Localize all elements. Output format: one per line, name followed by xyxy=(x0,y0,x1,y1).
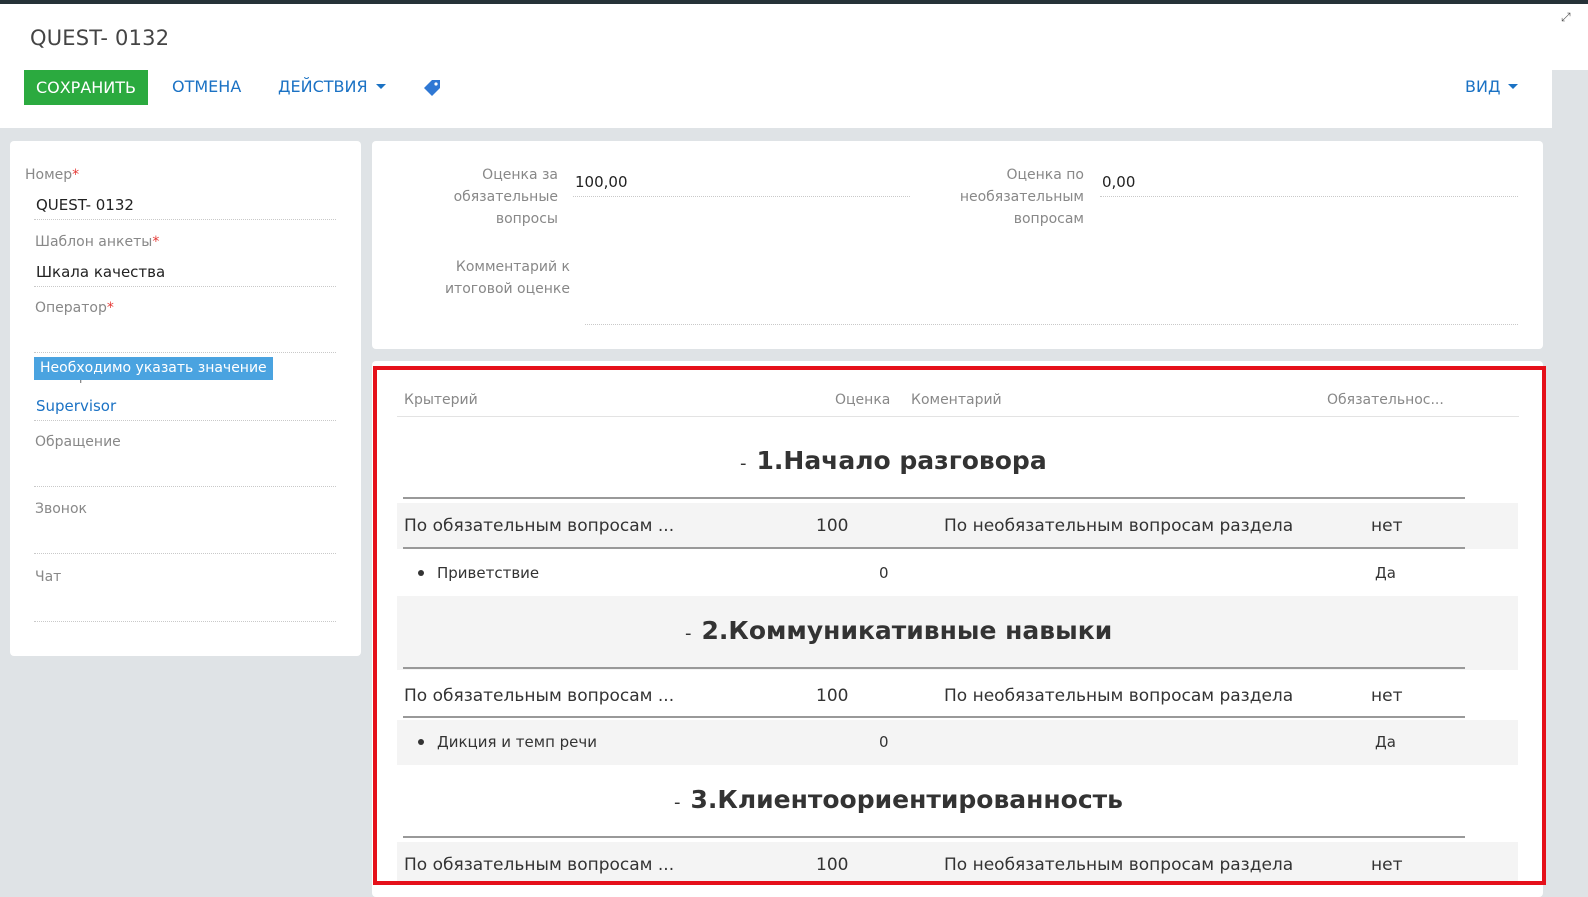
number-label: Номер* xyxy=(25,167,80,183)
column-header-score[interactable]: Оценка xyxy=(835,392,890,408)
header-divider xyxy=(397,416,1519,417)
template-label: Шаблон анкеты* xyxy=(35,234,160,250)
group-summary-row[interactable]: По обязательным вопросам ... 100 По необ… xyxy=(397,673,1518,719)
optional-score-underline xyxy=(1100,196,1518,197)
item-required: Да xyxy=(1375,733,1396,751)
column-header-comment[interactable]: Коментарий xyxy=(911,392,1002,408)
mandatory-score-label: Оценка за обязательные вопросы xyxy=(453,167,558,227)
group-divider xyxy=(403,547,1465,549)
summary-comment: По необязательным вопросам раздела xyxy=(944,516,1294,536)
group-summary-row[interactable]: По обязательным вопросам ... 100 По необ… xyxy=(397,842,1518,885)
chevron-down-icon xyxy=(375,84,386,89)
collapse-icon: - xyxy=(674,792,681,813)
optional-score-value[interactable]: 0,00 xyxy=(1102,173,1135,191)
appeal-field[interactable] xyxy=(34,486,336,487)
call-field[interactable] xyxy=(34,553,336,554)
bullet-icon xyxy=(418,570,424,576)
validation-tooltip: Необходимо указать значение xyxy=(34,357,273,380)
actions-label: ДЕЙСТВИЯ xyxy=(278,77,368,96)
chat-field[interactable] xyxy=(34,621,336,622)
save-button[interactable]: СОХРАНИТЬ xyxy=(24,70,148,105)
operator-underline xyxy=(34,352,336,353)
cancel-button[interactable]: ОТМЕНА xyxy=(172,77,241,96)
collapse-icon: - xyxy=(685,623,692,644)
summary-criterion: По обязательным вопросам ... xyxy=(404,516,675,536)
group-divider xyxy=(403,836,1465,838)
number-field[interactable]: QUEST- 0132 xyxy=(36,196,134,214)
operator-label: Оператор* xyxy=(35,300,114,316)
group-title[interactable]: -3.Клиентоориентированность xyxy=(674,785,1123,814)
page-header xyxy=(0,4,1552,128)
comment-label: Комментарий к итоговой оценке xyxy=(444,259,570,297)
summary-required: нет xyxy=(1371,516,1403,536)
group-title[interactable]: -2.Коммуникативные навыки xyxy=(685,616,1112,645)
chat-label: Чат xyxy=(35,569,62,585)
table-row[interactable]: Приветствие 0 Да xyxy=(397,551,1518,596)
summary-criterion: По обязательным вопросам ... xyxy=(404,686,675,706)
item-criterion: Приветствие xyxy=(437,564,540,582)
bullet-icon xyxy=(418,739,424,745)
table-row[interactable]: Дикция и темп речи 0 Да xyxy=(397,720,1518,765)
mandatory-score-underline xyxy=(573,196,910,197)
summary-required: нет xyxy=(1371,686,1403,706)
appeal-label: Обращение xyxy=(35,434,121,450)
group-divider xyxy=(403,667,1465,669)
group-divider xyxy=(403,497,1465,499)
summary-criterion: По обязательным вопросам ... xyxy=(404,855,675,875)
collapse-icon: - xyxy=(740,453,747,474)
summary-required: нет xyxy=(1371,855,1403,875)
page-title: QUEST- 0132 xyxy=(30,26,170,50)
chevron-down-icon xyxy=(1508,84,1519,89)
tag-icon[interactable] xyxy=(423,79,441,97)
group-divider xyxy=(403,716,1465,718)
supervisor-underline xyxy=(34,420,336,421)
item-criterion: Дикция и темп речи xyxy=(437,733,598,751)
summary-comment: По необязательным вопросам раздела xyxy=(944,855,1294,875)
column-header-required[interactable]: Обязательнос... xyxy=(1327,392,1444,408)
summary-score: 100 xyxy=(816,516,849,536)
supervisor-link[interactable]: Supervisor xyxy=(36,397,116,415)
expand-icon[interactable]: ⤢ xyxy=(1561,10,1575,24)
group-summary-row[interactable]: По обязательным вопросам ... 100 По необ… xyxy=(397,503,1518,549)
summary-comment: По необязательным вопросам раздела xyxy=(944,686,1294,706)
number-underline xyxy=(34,219,336,220)
summary-score: 100 xyxy=(816,686,849,706)
template-field[interactable]: Шкала качества xyxy=(36,263,165,281)
view-label: ВИД xyxy=(1465,77,1501,96)
view-dropdown[interactable]: ВИД xyxy=(1465,77,1519,96)
actions-dropdown[interactable]: ДЕЙСТВИЯ xyxy=(278,77,386,96)
call-label: Звонок xyxy=(35,501,87,517)
template-underline xyxy=(34,286,336,287)
group-title[interactable]: -1.Начало разговора xyxy=(740,446,1047,475)
mandatory-score-value[interactable]: 100,00 xyxy=(575,173,628,191)
comment-underline xyxy=(585,324,1518,325)
item-score: 0 xyxy=(879,564,889,582)
item-required: Да xyxy=(1375,564,1396,582)
column-header-criterion[interactable]: Крытерий xyxy=(404,392,478,408)
summary-score: 100 xyxy=(816,855,849,875)
optional-score-label: Оценка по необязательным вопросам xyxy=(959,167,1084,227)
item-score: 0 xyxy=(879,733,889,751)
